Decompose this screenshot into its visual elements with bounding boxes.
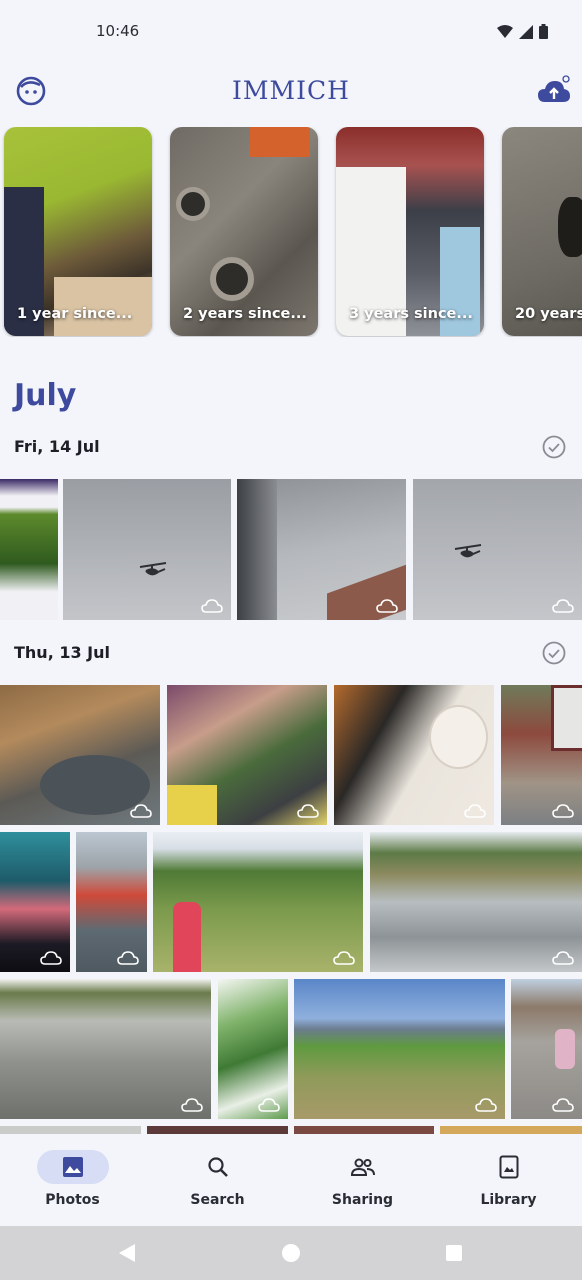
day-header: Thu, 13 Jul: [14, 643, 111, 662]
library-icon: [499, 1155, 518, 1179]
cell-signal-icon: [519, 24, 533, 39]
memory-label: 2 years since...: [183, 306, 307, 322]
photo-tile[interactable]: [511, 979, 582, 1119]
photos-icon: [62, 1157, 83, 1177]
photo-tile[interactable]: [294, 979, 505, 1119]
nav-search[interactable]: Search: [145, 1150, 290, 1208]
nav-label: Photos: [45, 1192, 100, 1208]
battery-icon: [539, 24, 548, 39]
month-header: July: [14, 378, 77, 413]
cloud-backed-up-icon: [40, 951, 62, 965]
cloud-backed-up-icon: [117, 951, 139, 965]
photo-tile[interactable]: [413, 479, 582, 620]
system-navigation-bar: [0, 1226, 582, 1280]
nav-label: Search: [190, 1192, 245, 1208]
photo-tile[interactable]: [237, 479, 406, 620]
memory-card[interactable]: 1 year since...: [4, 127, 152, 336]
bottom-navigation: Photos Search Sharing Library: [0, 1134, 582, 1226]
photo-tile[interactable]: [76, 832, 147, 972]
wifi-icon: [497, 24, 513, 38]
day-header: Fri, 14 Jul: [14, 437, 100, 456]
memory-label: 3 years since...: [349, 306, 473, 322]
cloud-backed-up-icon: [552, 804, 574, 818]
memory-label: 20 years since...: [515, 306, 582, 322]
photo-tile[interactable]: [334, 685, 494, 825]
cloud-backed-up-icon: [333, 951, 355, 965]
photo-tile[interactable]: [153, 832, 363, 972]
cloud-backed-up-icon: [130, 804, 152, 818]
back-icon[interactable]: [117, 1243, 137, 1263]
photo-tile[interactable]: [218, 979, 288, 1119]
photo-tile[interactable]: [0, 479, 58, 620]
nav-photos[interactable]: Photos: [0, 1150, 145, 1208]
memory-card[interactable]: 20 years since...: [502, 127, 582, 336]
memory-card[interactable]: 3 years since...: [336, 127, 484, 336]
nav-sharing[interactable]: Sharing: [290, 1150, 435, 1208]
cloud-backed-up-icon: [475, 1098, 497, 1112]
cloud-backed-up-icon: [552, 951, 574, 965]
photo-tile[interactable]: [167, 685, 327, 825]
sharing-icon: [350, 1158, 375, 1176]
cloud-backed-up-icon: [552, 1098, 574, 1112]
status-bar: 10:46: [0, 0, 582, 64]
cloud-backed-up-icon: [258, 1098, 280, 1112]
select-day-check-icon[interactable]: [542, 641, 566, 665]
photo-tile[interactable]: [63, 479, 231, 620]
photo-tile[interactable]: [0, 979, 211, 1119]
app-title: IMMICH: [232, 76, 350, 105]
status-time: 10:46: [96, 22, 140, 40]
cloud-backed-up-icon: [181, 1098, 203, 1112]
cloud-backed-up-icon: [297, 804, 319, 818]
search-icon: [207, 1157, 228, 1177]
nav-label: Sharing: [331, 1192, 394, 1208]
cloud-backed-up-icon: [376, 599, 398, 613]
cloud-backed-up-icon: [552, 599, 574, 613]
cloud-upload-icon[interactable]: [536, 74, 572, 110]
memories-carousel[interactable]: 1 year since... 2 years since... 3 years…: [0, 127, 582, 337]
helicopter-shape: [139, 562, 167, 576]
app-bar: IMMICH: [0, 64, 582, 120]
photo-tile[interactable]: [0, 832, 70, 972]
photo-tile[interactable]: [0, 685, 160, 825]
helicopter-shape: [454, 544, 482, 558]
photo-tile[interactable]: [370, 832, 582, 972]
cloud-backed-up-icon: [201, 599, 223, 613]
memory-label: 1 year since...: [17, 306, 133, 322]
select-day-check-icon[interactable]: [542, 435, 566, 459]
nav-library[interactable]: Library: [436, 1150, 581, 1208]
cloud-backed-up-icon: [464, 804, 486, 818]
photo-tile[interactable]: [501, 685, 582, 825]
memory-card[interactable]: 2 years since...: [170, 127, 318, 336]
nav-label: Library: [480, 1192, 537, 1208]
home-icon[interactable]: [281, 1243, 301, 1263]
recents-icon[interactable]: [445, 1244, 463, 1262]
